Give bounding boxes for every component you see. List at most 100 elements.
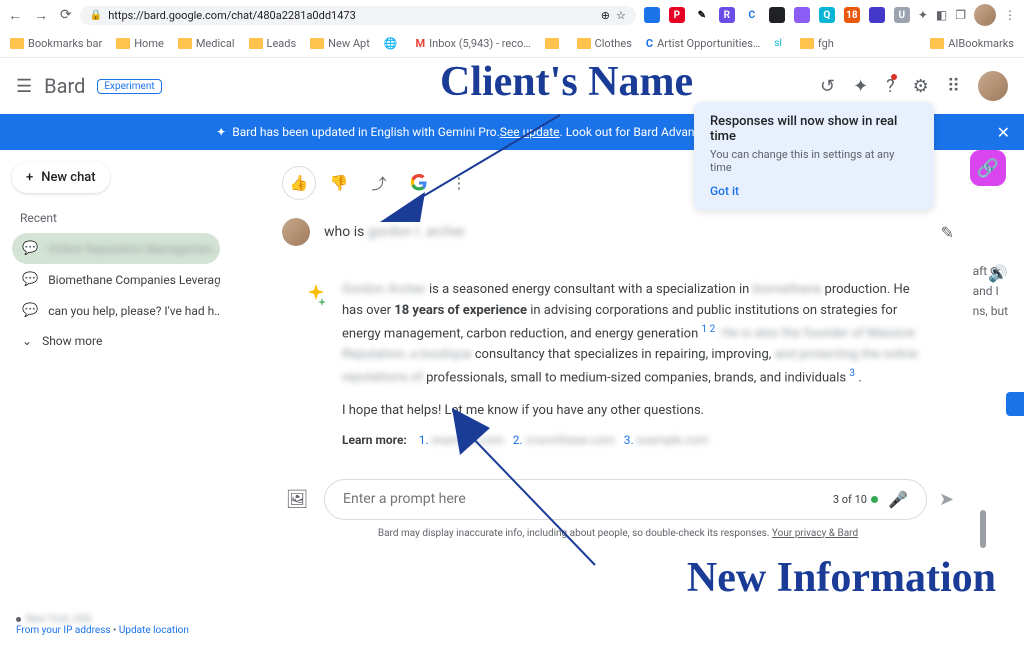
share-button[interactable]: ⤴ — [362, 166, 396, 200]
recent-label: Recent — [20, 211, 220, 225]
bookmark-item[interactable]: New Apt — [310, 37, 370, 50]
reload-icon[interactable]: ⟳ — [60, 7, 72, 24]
source-link[interactable]: 1. example.com — [410, 433, 504, 447]
experiment-badge: Experiment — [97, 79, 161, 94]
chat-content: 👍 👎 ⤴ ⋮ who is gordon l. archer ✎ 🔊 aft … — [232, 150, 1024, 652]
chat-icon: 💬 — [22, 272, 38, 287]
toast-title: Responses will now show in real time — [710, 114, 918, 144]
sparkle-icon: ✦ — [216, 125, 226, 139]
bookmark-item[interactable]: sl — [774, 38, 786, 49]
status-dot-icon — [871, 496, 878, 503]
footer-disclaimer: Bard may display inaccurate info, includ… — [242, 528, 994, 539]
bookmark-item[interactable]: Clothes — [577, 37, 632, 50]
bookmark-aibookmarks[interactable]: AIBookmarks — [930, 37, 1014, 50]
response-card: 🔊 aft ⟳ and I ns, but Gordon Archer is a… — [282, 264, 954, 467]
folder-icon — [10, 38, 24, 49]
followup-text: I hope that helps! Let me know if you ha… — [342, 401, 932, 422]
apps-grid-icon[interactable]: ⠿ — [947, 76, 960, 97]
thumbs-down-button[interactable]: 👎 — [322, 166, 356, 200]
toast-gotit-button[interactable]: Got it — [710, 184, 918, 198]
bookmark-item[interactable]: fgh — [800, 37, 834, 50]
prompt-input-container[interactable]: 3 of 10 🎤 — [324, 479, 927, 520]
folder-icon — [249, 38, 263, 49]
learn-more-row: Learn more: 1. example.com 2. crunchbase… — [342, 431, 932, 450]
folder-icon — [800, 38, 814, 49]
chat-history-item[interactable]: 💬Online Reputation Managemen… — [12, 233, 220, 264]
bookmark-item[interactable]: Home — [116, 37, 164, 50]
profile-avatar[interactable] — [974, 4, 996, 26]
banner-link[interactable]: See update — [500, 125, 560, 139]
chat-history-item[interactable]: 💬can you help, please? I've had h… — [12, 295, 220, 326]
user-avatar-small — [282, 218, 310, 246]
side-link-icon[interactable]: 🔗 — [970, 150, 1006, 186]
extension-icon[interactable] — [869, 7, 885, 23]
scrollbar-thumb[interactable] — [980, 510, 986, 548]
input-row: 🖼 3 of 10 🎤 ➤ — [242, 479, 994, 520]
forward-icon[interactable]: → — [34, 7, 48, 24]
extension-icon[interactable] — [794, 7, 810, 23]
translate-icon[interactable]: ⊕ — [601, 9, 610, 22]
bookmark-item[interactable] — [545, 38, 563, 49]
extension-icon[interactable] — [769, 7, 785, 23]
help-icon[interactable]: ? — [886, 76, 895, 97]
side-search-tab[interactable] — [1006, 392, 1024, 416]
show-more-button[interactable]: ⌄ Show more — [12, 326, 220, 356]
bookmark-item[interactable]: MInbox (5,943) - reco… — [416, 37, 531, 50]
ip-link[interactable]: From your IP address — [16, 625, 111, 636]
new-chat-button[interactable]: + New chat — [12, 162, 110, 193]
source-link[interactable]: 2. crunchbase.com — [504, 433, 615, 447]
extension-icon[interactable]: C — [744, 7, 760, 23]
banner-close-icon[interactable]: ✕ — [997, 123, 1010, 142]
privacy-link[interactable]: Your privacy & Bard — [772, 528, 858, 539]
extension-icons: P ✎ RC Q 18 U — [644, 7, 910, 23]
extension-icon[interactable] — [644, 7, 660, 23]
star-icon[interactable]: ☆ — [616, 9, 626, 22]
menu-icon[interactable]: ☰ — [16, 76, 32, 97]
more-actions-button[interactable]: ⋮ — [442, 166, 476, 200]
prompt-input[interactable] — [343, 491, 825, 507]
thumbs-up-button[interactable]: 👍 — [282, 166, 316, 200]
back-icon[interactable]: ← — [8, 7, 22, 24]
draft-selector[interactable]: aft ⟳ and I ns, but — [973, 264, 1008, 318]
edit-prompt-icon[interactable]: ✎ — [941, 223, 954, 242]
send-button[interactable]: ➤ — [939, 489, 954, 510]
user-prompt-row: who is gordon l. archer ✎ — [242, 206, 994, 258]
location-block: New York, USA From your IP address • Upd… — [16, 614, 189, 636]
extensions-icon[interactable]: ✦ — [918, 8, 928, 22]
folder-icon — [116, 38, 130, 49]
address-bar[interactable]: 🔒 https://bard.google.com/chat/480a2281a… — [80, 6, 636, 25]
chat-history-item[interactable]: 💬Biomethane Companies Leverag… — [12, 264, 220, 295]
extension-icon[interactable]: P — [669, 7, 685, 23]
prompt-text: who is gordon l. archer — [324, 224, 465, 240]
sidepanel-icon[interactable]: ◧ — [936, 8, 947, 22]
user-avatar[interactable] — [978, 71, 1008, 101]
mic-icon[interactable]: 🎤 — [888, 490, 908, 509]
bookmark-item[interactable]: CArtist Opportunities… — [646, 37, 760, 50]
extension-icon[interactable]: Q — [819, 7, 835, 23]
extension-icon[interactable]: 18 — [844, 7, 860, 23]
folder-icon — [930, 38, 944, 49]
bookmark-item[interactable]: Bookmarks bar — [10, 37, 102, 50]
globe-icon: 🌐 — [384, 37, 398, 50]
history-icon[interactable]: ↺ — [820, 76, 835, 97]
bookmark-item[interactable]: Leads — [249, 37, 297, 50]
extension-icon[interactable]: ✎ — [694, 7, 710, 23]
extensions-puzzle-icon[interactable]: ✦ — [853, 76, 868, 97]
menu-dots-icon[interactable]: ⋮ — [1004, 8, 1016, 22]
folder-icon — [178, 38, 192, 49]
gmail-icon: M — [416, 37, 426, 50]
settings-gear-icon[interactable]: ⚙ — [913, 76, 929, 97]
extension-icon[interactable]: R — [719, 7, 735, 23]
chevron-down-icon: ⌄ — [22, 334, 32, 348]
bookmark-item[interactable]: 🌐 — [384, 37, 402, 50]
sl-icon: sl — [774, 38, 782, 49]
window-icon[interactable]: ❐ — [955, 8, 966, 22]
extension-icon[interactable]: U — [894, 7, 910, 23]
browser-toolbar: ← → ⟳ 🔒 https://bard.google.com/chat/480… — [0, 0, 1024, 30]
google-it-button[interactable] — [402, 166, 436, 200]
toast-body: You can change this in settings at any t… — [710, 148, 918, 174]
source-link[interactable]: 3. example.com — [615, 433, 709, 447]
update-location-link[interactable]: Update location — [119, 625, 189, 636]
image-upload-button[interactable]: 🖼 — [282, 484, 312, 514]
bookmark-item[interactable]: Medical — [178, 37, 235, 50]
